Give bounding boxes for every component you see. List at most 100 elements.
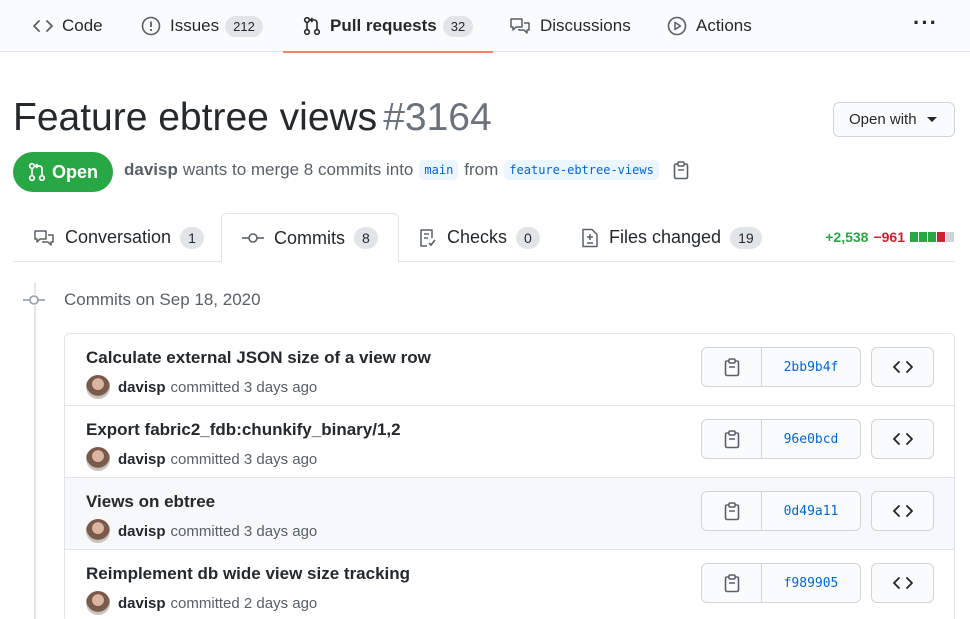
diffstat-additions: +2,538 [825,229,869,245]
nav-pull-requests-label: Pull requests [330,16,437,35]
tab-checks-count: 0 [516,226,540,249]
play-icon [667,16,696,36]
commit-message-link[interactable]: Calculate external JSON size of a view r… [86,348,431,368]
more-menu-button[interactable]: ··· [913,10,938,36]
browse-repo-button[interactable] [871,563,934,603]
commit-message-link[interactable]: Export fabric2_fdb:chunkify_binary/1,2 [86,420,401,440]
commit-sha-link[interactable]: f989905 [762,564,860,602]
commit-time: 3 days ago [243,522,318,540]
tab-commits[interactable]: Commits 8 [221,213,399,263]
commit-action: committed [170,594,240,612]
commit-sha-link[interactable]: 0d49a11 [762,492,860,530]
commit-sha-link[interactable]: 2bb9b4f [762,348,860,386]
code-icon [892,577,913,589]
commit-message-link[interactable]: Reimplement db wide view size tracking [86,564,410,584]
avatar[interactable] [86,375,110,399]
commit-icon [23,294,45,306]
tab-files-changed-count: 19 [730,226,762,249]
nav-code-label: Code [62,16,103,35]
tab-files-changed[interactable]: Files changed 19 [581,213,762,262]
nav-pull-requests-tab[interactable]: Pull requests 32 [282,0,494,53]
nav-actions-tab[interactable]: Actions [667,0,752,52]
commit-row: Calculate external JSON size of a view r… [65,334,954,406]
browse-repo-button[interactable] [871,347,934,387]
tab-checks[interactable]: Checks 0 [419,213,540,262]
clipboard-icon [724,357,739,376]
head-branch-label[interactable]: feature-ebtree-views [504,160,659,180]
diffstat-deletions: −961 [873,229,905,245]
nav-actions-label: Actions [696,16,752,35]
pr-state-badge: Open [13,152,113,192]
nav-issues-tab[interactable]: Issues 212 [141,0,263,52]
commit-row: Export fabric2_fdb:chunkify_binary/1,2 d… [65,406,954,478]
clipboard-icon [724,429,739,448]
copy-sha-button[interactable] [702,564,762,602]
copy-sha-button[interactable] [702,348,762,386]
commit-time: 3 days ago [243,378,318,396]
commit-meta: davisp committed 3 days ago [86,519,317,543]
diffstat: +2,538 −961 [825,229,955,245]
clipboard-icon [724,501,739,520]
timeline-line [34,283,36,619]
copy-sha-button[interactable] [702,420,762,458]
base-branch-label[interactable]: main [419,160,459,180]
tab-commits-label: Commits [274,227,345,248]
commit-meta: davisp committed 3 days ago [86,447,317,471]
commit-meta: davisp committed 2 days ago [86,591,317,615]
open-with-button[interactable]: Open with [833,102,955,137]
nav-discussions-label: Discussions [540,16,631,35]
merge-text: wants to merge 8 commits into [182,160,414,179]
code-icon [33,18,62,34]
commit-action: committed [170,450,240,468]
commit-action: committed [170,522,240,540]
merge-summary: davisp wants to merge 8 commits into mai… [124,160,689,180]
nav-code-tab[interactable]: Code [33,0,103,52]
repo-nav: Code Issues 212 Pull requests 32 Discuss… [0,0,970,53]
commit-sha-link[interactable]: 96e0bcd [762,420,860,458]
browse-repo-button[interactable] [871,419,934,459]
commit-row: Reimplement db wide view size tracking d… [65,550,954,619]
commit-row: Views on ebtree davisp committed 3 days … [65,478,954,550]
commit-author-link[interactable]: davisp [118,595,166,612]
pr-tabs: Conversation 1 Commits 8 Checks 0 Files … [13,213,955,263]
diffstat-block [946,232,954,242]
pr-author-link[interactable]: davisp [124,160,178,180]
commit-icon [242,232,274,244]
code-icon [892,361,913,373]
pulls-count-badge: 32 [442,15,474,37]
copy-branch-icon[interactable] [673,160,689,180]
tab-conversation[interactable]: Conversation 1 [33,213,204,262]
commit-message-link[interactable]: Views on ebtree [86,492,215,512]
conversation-icon [33,229,65,247]
diffstat-block [910,232,918,242]
commit-time: 3 days ago [243,450,318,468]
tab-conversation-label: Conversation [65,227,172,247]
pr-title-text: Feature ebtree views [13,96,378,139]
pr-state-label: Open [51,161,98,182]
pr-title: Feature ebtree views #3164 [13,96,492,140]
checklist-icon [419,228,447,248]
from-text: from [464,160,499,179]
avatar[interactable] [86,519,110,543]
sha-button-group: f989905 [701,563,861,603]
sha-button-group: 96e0bcd [701,419,861,459]
code-icon [892,433,913,445]
commit-list: Calculate external JSON size of a view r… [64,333,955,619]
discussions-icon [509,17,540,35]
sha-button-group: 0d49a11 [701,491,861,531]
pr-number: #3164 [383,96,492,139]
avatar[interactable] [86,591,110,615]
code-icon [892,505,913,517]
nav-discussions-tab[interactable]: Discussions [509,0,631,52]
commit-meta: davisp committed 3 days ago [86,375,317,399]
avatar[interactable] [86,447,110,471]
commit-author-link[interactable]: davisp [118,379,166,396]
sha-button-group: 2bb9b4f [701,347,861,387]
commit-author-link[interactable]: davisp [118,523,166,540]
copy-sha-button[interactable] [702,492,762,530]
commit-action: committed [170,378,240,396]
commit-author-link[interactable]: davisp [118,451,166,468]
browse-repo-button[interactable] [871,491,934,531]
nav-issues-label: Issues [170,16,220,35]
tab-conversation-count: 1 [180,226,204,249]
